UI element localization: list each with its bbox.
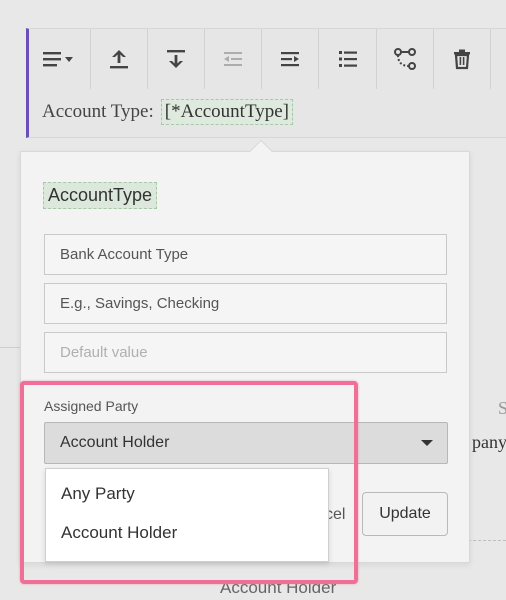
indent-button[interactable] [262, 29, 319, 89]
branch-icon [394, 48, 416, 70]
outdent-button[interactable] [205, 29, 262, 89]
align-left-dropdown-icon [42, 52, 73, 67]
outdent-icon [224, 52, 242, 66]
chevron-down-icon [421, 440, 433, 446]
dropdown-option-account-holder[interactable]: Account Holder [61, 523, 177, 543]
block-toolbar [29, 29, 506, 89]
background-account-holder-label: Account Holder [220, 578, 337, 597]
bullet-list-icon [338, 51, 357, 67]
update-button[interactable]: Update [362, 492, 448, 536]
default-value-field[interactable]: Default value [44, 332, 447, 373]
variable-settings-popover: AccountType Bank Account Type E.g., Savi… [20, 139, 470, 563]
arrow-up-bar-icon [110, 50, 128, 69]
assigned-party-dropdown: Any Party Account Holder [45, 468, 329, 562]
align-button[interactable] [29, 29, 91, 89]
insert-above-button[interactable] [91, 29, 148, 89]
variable-token[interactable]: [*AccountType] [160, 99, 293, 125]
indent-icon [281, 52, 299, 67]
variable-name-chip: AccountType [43, 182, 158, 209]
document-block[interactable]: Account Type: [*AccountType] [26, 28, 506, 138]
list-button[interactable] [319, 29, 377, 89]
block-label: Account Type: [42, 101, 154, 122]
assigned-party-label: Assigned Party [44, 398, 139, 414]
branch-button[interactable] [377, 29, 434, 89]
popover-caret [249, 139, 273, 163]
delete-button[interactable] [434, 29, 491, 89]
block-content[interactable]: Account Type: [*AccountType] [42, 99, 293, 125]
variable-label-field[interactable]: Bank Account Type [44, 234, 447, 275]
background-text-fragment: pany [472, 432, 506, 452]
variable-hint-field[interactable]: E.g., Savings, Checking [44, 283, 447, 324]
dropdown-option-any-party[interactable]: Any Party [61, 484, 135, 504]
background-text-fragment: S [498, 398, 506, 418]
assigned-party-select[interactable]: Account Holder [44, 422, 448, 464]
assigned-party-selected: Account Holder [60, 434, 170, 451]
trash-icon [454, 49, 470, 70]
insert-below-button[interactable] [148, 29, 205, 89]
arrow-down-bar-icon [167, 50, 185, 68]
